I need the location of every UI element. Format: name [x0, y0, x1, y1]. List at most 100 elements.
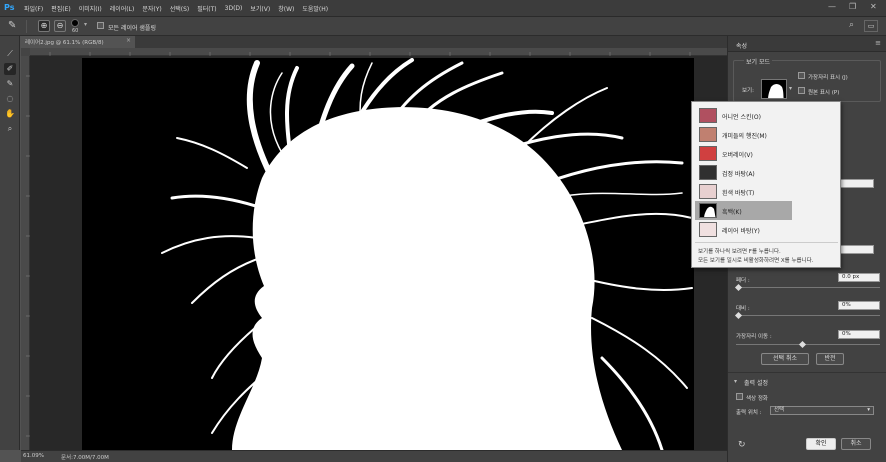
menu-layer[interactable]: 레이어(L)	[110, 4, 135, 13]
view-option-label: 어니언 스킨(O)	[722, 114, 761, 121]
menu-edit[interactable]: 편집(E)	[51, 4, 71, 13]
tool-preset-icon[interactable]: ✎	[8, 20, 16, 31]
cancel-button[interactable]: 취소	[841, 438, 871, 450]
status-bar: 61.09% 문서:7.00M/7.00M	[21, 450, 727, 462]
shift-edge-slider-thumb[interactable]	[798, 340, 807, 349]
refine-brush-icon[interactable]: ✐	[4, 63, 16, 75]
sample-all-layers-checkbox[interactable]	[97, 22, 104, 29]
panel-title: 속성	[736, 43, 748, 50]
show-original-checkbox[interactable]	[798, 87, 805, 94]
ok-button[interactable]: 확인	[806, 438, 836, 450]
contrast-field[interactable]: 0%	[838, 301, 880, 310]
brush-size-value: 60	[72, 28, 79, 34]
add-mode-button[interactable]: ⊕	[38, 20, 50, 32]
view-option-overlay[interactable]: 오버레이(V)	[695, 144, 792, 163]
partially-hidden-field[interactable]	[836, 179, 874, 188]
marching-ants-thumb	[699, 127, 717, 142]
decontaminate-label: 색상 정화	[746, 396, 768, 402]
close-tab-icon[interactable]: ×	[126, 37, 131, 44]
on-black-thumb	[699, 165, 717, 180]
view-thumbnail[interactable]	[761, 79, 787, 99]
zoom-level[interactable]: 61.09%	[23, 453, 44, 459]
horizontal-ruler	[30, 48, 727, 56]
black-white-thumb	[699, 203, 717, 218]
rotate-icon[interactable]: ↻	[738, 440, 746, 450]
panel-header: 속성 ≡	[728, 36, 886, 52]
menu-window[interactable]: 창(W)	[278, 4, 294, 13]
sample-all-layers-label: 모든 레이어 샘플링	[108, 25, 156, 32]
contrast-slider-track[interactable]	[736, 315, 880, 316]
menu-file[interactable]: 파일(F)	[24, 4, 43, 13]
search-icon[interactable]: ⌕	[849, 20, 854, 30]
chevron-down-icon[interactable]: ▾	[789, 85, 792, 92]
document-info: 문서:7.00M/7.00M	[61, 455, 109, 461]
brush-icon[interactable]: ✎	[4, 78, 16, 90]
menu-3d[interactable]: 3D(D)	[225, 5, 243, 12]
view-option-label: 흑백(K)	[722, 209, 742, 216]
shift-edge-field[interactable]: 0%	[838, 330, 880, 339]
divider	[695, 242, 838, 243]
view-option-marching-ants[interactable]: 개미들의 행진(M)	[695, 125, 792, 144]
brush-preview-icon[interactable]	[71, 19, 79, 27]
quick-select-icon[interactable]: ⟋	[4, 48, 16, 60]
onion-skin-thumb	[699, 108, 717, 123]
invert-button[interactable]: 반전	[816, 353, 844, 365]
view-option-onion-skin[interactable]: 어니언 스킨(O)	[695, 106, 792, 125]
menu-image[interactable]: 이미지(I)	[79, 4, 102, 13]
partially-hidden-field[interactable]	[836, 245, 874, 254]
options-bar: ✎ ⊕ ⊖ 60 ▾ 모든 레이어 샘플링 ⌕ ▭	[0, 17, 886, 36]
subtract-mode-button[interactable]: ⊖	[54, 20, 66, 32]
view-option-on-black[interactable]: 검정 바탕(A)	[695, 163, 792, 182]
document-tab-label: 레이어2.jpg @ 61.1% (RGB/8)	[25, 40, 104, 46]
minimize-button[interactable]: —	[828, 2, 836, 11]
view-option-label: 흰색 바탕(T)	[722, 190, 755, 197]
document-canvas[interactable]	[82, 58, 694, 450]
view-option-black-white[interactable]: 흑백(K)	[695, 201, 792, 220]
menu-bar: Ps 파일(F) 편집(E) 이미지(I) 레이어(L) 문자(Y) 선택(S)…	[0, 0, 886, 17]
shift-edge-slider-track[interactable]	[736, 344, 880, 345]
output-to-value: 선택	[774, 407, 785, 413]
panel-menu-icon[interactable]: ≡	[875, 39, 881, 47]
radius-slider-thumb[interactable]	[734, 283, 743, 292]
on-white-thumb	[699, 184, 717, 199]
app-logo: Ps	[4, 3, 15, 12]
document-tab[interactable]: 레이어2.jpg @ 61.1% (RGB/8) ×	[21, 36, 136, 48]
chevron-down-icon[interactable]: ▾	[84, 21, 87, 28]
divider	[728, 372, 886, 373]
radius-slider-track[interactable]	[736, 287, 880, 288]
shift-edge-label: 가장자리 이동 :	[736, 334, 772, 340]
tools-panel: ⟋ ✐ ✎ ◌ ✋ ⌕	[0, 36, 20, 450]
close-button[interactable]: ✕	[870, 2, 877, 11]
view-label: 보기:	[742, 88, 754, 94]
tab-strip	[136, 36, 727, 48]
view-mode-section	[733, 60, 881, 102]
collapse-arrow-icon[interactable]: ▾	[734, 378, 737, 385]
view-option-label: 레이어 바탕(Y)	[722, 228, 760, 235]
radius-field[interactable]: 0.0 px	[838, 273, 880, 282]
hand-icon[interactable]: ✋	[4, 108, 16, 120]
vertical-ruler	[21, 56, 30, 450]
decontaminate-checkbox[interactable]	[736, 393, 743, 400]
menu-view[interactable]: 보기(V)	[250, 4, 270, 13]
clear-selection-button[interactable]: 선택 취소	[761, 353, 809, 365]
zoom-icon[interactable]: ⌕	[4, 123, 16, 135]
workspace-icon[interactable]: ▭	[864, 20, 878, 32]
overlay-thumb	[699, 146, 717, 161]
main-menu: 파일(F) 편집(E) 이미지(I) 레이어(L) 문자(Y) 선택(S) 필터…	[24, 0, 336, 17]
chevron-down-icon: ▾	[867, 407, 870, 413]
menu-help[interactable]: 도움말(H)	[302, 4, 328, 13]
view-mode-title: 보기 모드	[744, 57, 772, 66]
restore-button[interactable]: ❐	[849, 2, 856, 11]
view-option-on-layers[interactable]: 레이어 바탕(Y)	[695, 220, 792, 239]
contrast-slider-thumb[interactable]	[734, 311, 743, 320]
menu-type[interactable]: 문자(Y)	[142, 4, 161, 13]
view-option-on-white[interactable]: 흰색 바탕(T)	[695, 182, 792, 201]
menu-select[interactable]: 선택(S)	[170, 4, 190, 13]
divider	[26, 20, 27, 33]
show-edge-checkbox[interactable]	[798, 72, 805, 79]
lasso-icon[interactable]: ◌	[4, 93, 16, 105]
canvas-area[interactable]	[30, 56, 727, 450]
menu-filter[interactable]: 필터(T)	[197, 4, 216, 13]
output-to-select[interactable]: 선택 ▾	[770, 406, 874, 415]
dropdown-hint-1: 보기를 하나씩 보려면 F를 누릅니다.	[698, 249, 781, 255]
